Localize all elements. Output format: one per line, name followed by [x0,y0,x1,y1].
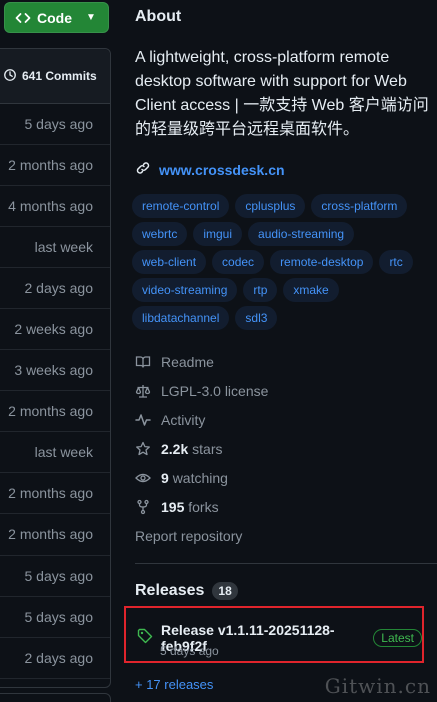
license-link[interactable]: LGPL-3.0 license [135,376,268,405]
readme-label: Readme [161,353,214,370]
topic-tag[interactable]: video-streaming [132,278,238,302]
watching-count: 9 [161,469,169,486]
topic-tag[interactable]: cross-platform [311,194,408,218]
releases-count-badge: 18 [212,582,238,600]
commits-link[interactable]: 641 Commits [0,49,110,104]
section-divider [135,563,437,564]
commits-panel: 641 Commits 5 days ago 2 months ago 4 mont… [0,48,111,688]
activity-label: Activity [161,411,206,428]
about-heading: About [135,8,182,25]
commit-time-row[interactable]: 5 days ago [0,556,110,597]
report-repository-link[interactable]: Report repository [135,521,268,550]
bottom-panel-edge [0,693,111,702]
topic-tag[interactable]: remote-desktop [270,250,374,274]
topic-tag[interactable]: rtc [379,250,413,274]
forks-link[interactable]: 195 forks [135,492,268,521]
latest-release-date: 5 days ago [160,644,219,658]
topic-tag[interactable]: sdl3 [235,306,278,330]
commit-time-row[interactable]: 2 days ago [0,638,110,679]
latest-release-highlight[interactable]: Release v1.1.11-20251128-feb9f2f Latest … [124,606,424,663]
more-releases-link[interactable]: + 17 releases [135,677,213,692]
commit-time-row[interactable]: 2 months ago [0,145,110,187]
homepage-link[interactable]: www.crossdesk.cn [135,160,285,179]
law-icon [135,383,151,399]
book-icon [135,354,151,370]
link-icon [135,160,151,179]
commit-time-row[interactable]: 5 days ago [0,104,110,146]
commit-time-row[interactable]: 2 months ago [0,473,110,515]
commit-time-row[interactable]: 4 months ago [0,186,110,228]
code-button[interactable]: Code ▼ [4,2,109,33]
topic-tag[interactable]: cplusplus [235,194,306,218]
commit-time-row[interactable]: 2 days ago [0,268,110,310]
forks-count: 195 [161,498,185,515]
commit-time-row[interactable]: 2 weeks ago [0,309,110,351]
watermark: Gitwin.cn [324,674,431,698]
stars-count: 2.2k [161,440,189,457]
activity-link[interactable]: Activity [135,405,268,434]
history-icon [3,68,17,85]
fork-icon [135,499,151,515]
topic-tag[interactable]: audio-streaming [248,222,355,246]
commit-time-row[interactable]: last week [0,227,110,269]
license-label: LGPL-3.0 license [161,382,269,399]
stars-link[interactable]: 2.2k stars [135,434,268,463]
commit-time-row[interactable]: 2 months ago [0,514,110,556]
topic-tag[interactable]: codec [212,250,265,274]
latest-badge: Latest [373,629,422,647]
commit-time-row[interactable]: 5 days ago [0,597,110,638]
code-button-label: Code [37,9,72,26]
star-icon [135,441,151,457]
watching-label: watching [172,469,228,486]
commits-count: 641 Commits [22,69,97,83]
topic-tag[interactable]: libdatachannel [132,306,230,330]
commit-time-row[interactable]: 2 months ago [0,391,110,433]
repo-meta: Readme LGPL-3.0 license Activity 2.2k st… [135,347,268,550]
forks-label: forks [188,498,219,515]
releases-heading: Releases [135,582,205,599]
topic-tag[interactable]: rtp [243,278,278,302]
commit-time-row[interactable]: 3 weeks ago [0,350,110,392]
commit-rows: 5 days ago 2 months ago 4 months ago last w… [0,104,110,679]
stars-label: stars [192,440,223,457]
topic-tag[interactable]: xmake [283,278,339,302]
topics-list: remote-control cplusplus cross-platform web… [132,194,432,330]
repo-page: Code ▼ 641 Commits 5 days ago 2 months ag… [0,0,437,702]
topic-tag[interactable]: remote-control [132,194,230,218]
file-list-column: Code ▼ 641 Commits 5 days ago 2 months ag… [0,0,111,702]
code-icon [15,10,31,26]
tag-icon [137,628,153,649]
topic-tag[interactable]: web-client [132,250,207,274]
commit-time-row[interactable]: last week [0,432,110,474]
repo-description: A lightweight, cross-platform remote des… [135,49,429,138]
pulse-icon [135,412,151,428]
topic-tag[interactable]: webrtc [132,222,188,246]
homepage-url: www.crossdesk.cn [159,161,285,178]
eye-icon [135,470,151,486]
topic-tag[interactable]: imgui [193,222,243,246]
readme-link[interactable]: Readme [135,347,268,376]
releases-heading-link[interactable]: Releases 18 [135,582,238,600]
chevron-down-icon: ▼ [86,12,96,23]
watchers-link[interactable]: 9 watching [135,463,268,492]
